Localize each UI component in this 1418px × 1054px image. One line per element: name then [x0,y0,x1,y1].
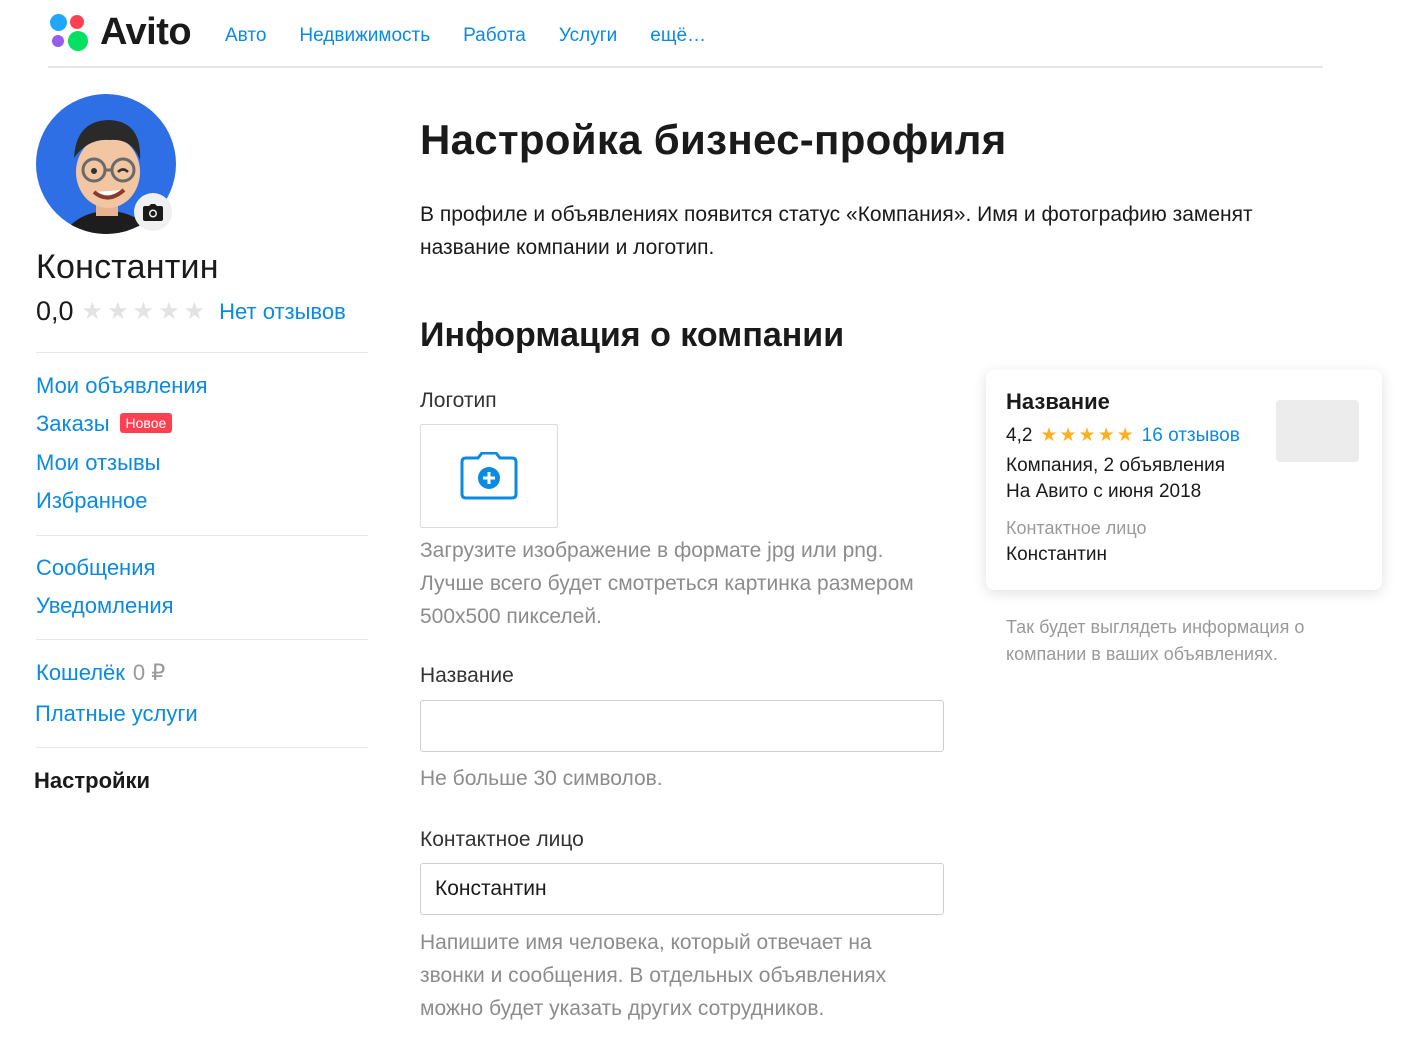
sidebar-item-favorites[interactable]: Избранное [36,488,148,514]
sidebar-item-my-ads[interactable]: Мои объявления [36,373,208,399]
preview-note: Так будет выглядеть информация о компани… [1006,617,1305,664]
divider [36,535,368,536]
preview-reviews-link[interactable]: 16 отзывов [1142,425,1240,447]
sidebar-item-my-reviews[interactable]: Мои отзывы [36,450,160,476]
preview-company-info: Компания, 2 объявления [1006,455,1226,476]
avito-logo[interactable]: Avito [48,8,192,56]
preview-stars: ★ ★ ★ ★ ★ [1040,424,1133,447]
page-title: Настройка бизнес-профиля [420,116,1007,163]
nav-realty[interactable]: Недвижимость [299,25,430,47]
section-title: Информация о компании [420,316,845,354]
profile-name: Константин [36,248,219,286]
name-hint: Не больше 30 символов. [420,767,663,790]
sidebar-item-label: Кошелёк [36,660,125,685]
nav-more[interactable]: ещё… [650,25,706,47]
sidebar-item-paid-services[interactable]: Платные услуги [35,701,198,727]
contact-label: Контактное лицо [420,828,584,851]
preview-since: На Авито с июня 2018 [1006,481,1202,502]
preview-logo-placeholder [1276,400,1359,462]
logo-upload-button[interactable] [420,424,558,528]
star-icon: ★ [1059,425,1077,446]
logo-text: Avito [100,10,192,53]
divider [36,747,368,748]
category-nav: Авто Недвижимость Работа Услуги ещё… [225,25,706,47]
top-header: Avito Авто Недвижимость Работа Услуги ещ… [48,8,1323,68]
star-icon: ★ [132,297,155,325]
company-preview-card: Название 4,2 ★ ★ ★ ★ ★ 16 отзывов Компан… [986,370,1382,590]
reviews-link[interactable]: Нет отзывов [219,299,346,325]
sidebar-item-notifications[interactable]: Уведомления [36,593,174,619]
preview-contact-label: Контактное лицо [1006,518,1147,538]
intro-text: В профиле и объявлениях появится статус … [420,203,1253,259]
sidebar-item-settings[interactable]: Настройки [34,768,150,794]
star-icon: ★ [1040,425,1058,446]
divider [36,352,368,353]
company-name-input[interactable] [420,700,944,752]
logo-label: Логотип [420,389,497,412]
nav-jobs[interactable]: Работа [463,25,526,47]
nav-auto[interactable]: Авто [225,25,266,47]
sidebar-item-orders[interactable]: Заказы Новое [36,411,173,437]
star-icon: ★ [81,297,104,325]
star-icon: ★ [1116,425,1134,446]
sidebar-item-messages[interactable]: Сообщения [36,555,155,581]
new-badge: Новое [119,413,173,433]
change-photo-button[interactable] [134,193,172,231]
star-icon: ★ [183,297,206,325]
logo-hint: Загрузите изображение в формате jpg или … [420,539,914,628]
contact-hint: Напишите имя человека, который отвечает … [420,931,887,1020]
star-icon: ★ [1097,425,1115,446]
sidebar-item-label: Заказы [36,411,110,436]
rating-stars: ★ ★ ★ ★ ★ [81,297,206,325]
star-icon: ★ [107,297,129,325]
wallet-balance: 0 ₽ [132,660,166,685]
contact-person-input[interactable] [420,863,944,915]
preview-rating: 4,2 ★ ★ ★ ★ ★ 16 отзывов [1006,424,1240,447]
sidebar-item-wallet[interactable]: Кошелёк 0 ₽ [36,660,165,686]
divider [36,639,368,640]
camera-icon [143,203,163,221]
add-photo-icon [460,452,518,500]
logo-icon [48,11,90,53]
star-icon: ★ [158,297,180,325]
star-icon: ★ [1078,425,1096,446]
preview-rating-value: 4,2 [1006,424,1033,446]
nav-services[interactable]: Услуги [559,25,617,47]
preview-title: Название [1006,389,1110,414]
preview-contact-name: Константин [1006,544,1107,565]
profile-rating: 0,0 ★ ★ ★ ★ ★ Нет отзывов [36,296,346,327]
rating-value: 0,0 [36,296,74,326]
name-label: Название [420,664,514,687]
